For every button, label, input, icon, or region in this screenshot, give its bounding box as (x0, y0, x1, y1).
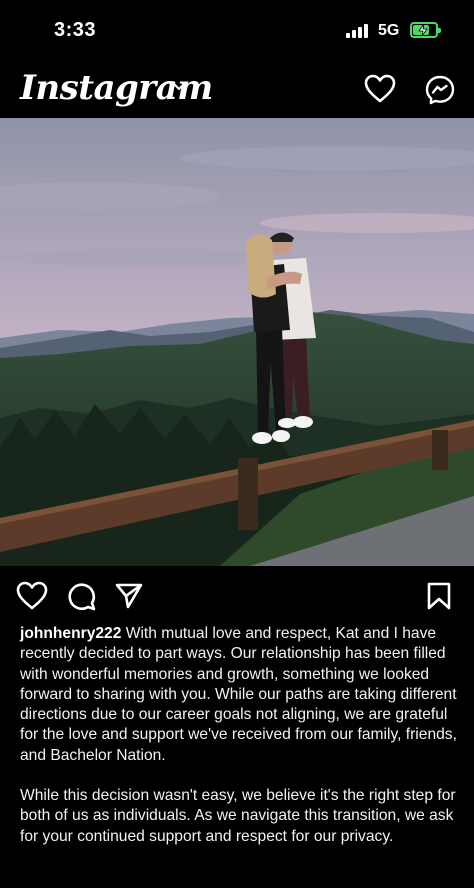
caption-paragraph-2: While this decision wasn't easy, we beli… (20, 787, 456, 845)
caption-text: With mutual love and respect, Kat and I … (20, 625, 457, 764)
network-type: 5G (378, 22, 400, 39)
app-header: Instagram (0, 60, 474, 118)
cellular-signal-icon (346, 24, 370, 38)
caption-paragraph: johnhenry222 With mutual love and respec… (20, 624, 460, 766)
post-username[interactable]: johnhenry222 (20, 625, 121, 642)
status-bar: 3:33 5G (0, 0, 474, 60)
heart-icon[interactable] (364, 74, 396, 104)
comment-icon[interactable] (66, 581, 96, 611)
post-actions (0, 575, 474, 619)
post-caption: johnhenry222 With mutual love and respec… (20, 624, 460, 847)
messenger-icon[interactable] (424, 74, 456, 106)
battery-charging-icon (410, 22, 441, 38)
share-icon[interactable] (114, 581, 144, 611)
post-image[interactable] (0, 118, 474, 566)
heart-icon[interactable] (16, 581, 48, 611)
chevron-down-icon[interactable] (172, 82, 186, 92)
bookmark-icon[interactable] (426, 581, 452, 611)
status-time: 3:33 (54, 19, 97, 41)
